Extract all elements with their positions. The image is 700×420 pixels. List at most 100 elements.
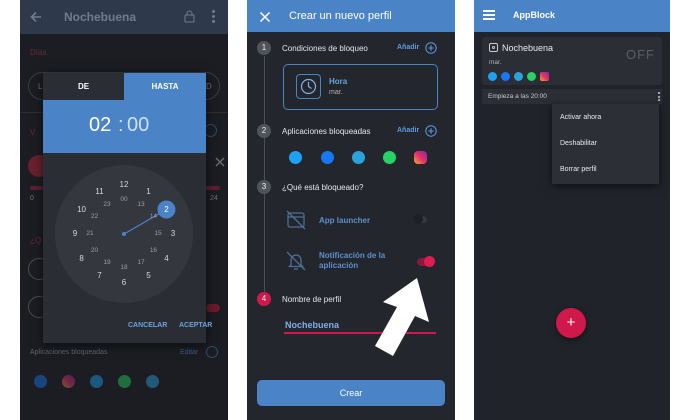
- profile-status-off[interactable]: OFF: [626, 47, 655, 62]
- dim-toggle: [206, 304, 220, 312]
- phone-panel-time-picker: Nochebuena Días L D V 0 24 ¿Q Aplicacion…: [20, 0, 228, 420]
- instagram-icon: [414, 151, 427, 164]
- clock-hour-7[interactable]: 7: [92, 271, 108, 280]
- back-arrow-icon[interactable]: [29, 10, 43, 24]
- add-circle-icon[interactable]: [425, 41, 437, 54]
- more-vert-icon[interactable]: [212, 10, 215, 23]
- menu-item-delete[interactable]: Borrar perfil: [560, 166, 597, 173]
- tab-hasta[interactable]: HASTA: [124, 73, 206, 100]
- step-1-label: Condiciones de bloqueo: [282, 44, 368, 53]
- clock-hour-23[interactable]: 23: [99, 201, 115, 208]
- profile-footer: Empieza a las 20:00: [482, 89, 662, 104]
- tab-de-label: DE: [77, 82, 90, 91]
- instagram-outline-icon: [489, 43, 498, 52]
- add-condition-link[interactable]: Añadir: [397, 44, 419, 51]
- dim-v-label: V: [30, 128, 36, 137]
- step-connector: [264, 56, 265, 292]
- profile-card[interactable]: Nochebuena mar. OFF: [482, 37, 662, 85]
- clock-face[interactable]: 12 1 2 3 4 5 6 7 8 9 10 11 00 13 14 15 16 17 18 19 20 21 22 23: [55, 165, 193, 303]
- lock-icon[interactable]: [184, 10, 195, 23]
- clock-hour-1[interactable]: 1: [141, 187, 157, 196]
- page-title: Nochebuena: [64, 10, 137, 24]
- app-bar: [474, 0, 670, 32]
- cancel-button[interactable]: CANCELAR: [128, 322, 167, 329]
- clock-hour-22[interactable]: 22: [87, 213, 103, 220]
- profile-name: Nochebuena: [502, 43, 554, 53]
- add-profile-fab[interactable]: +: [556, 308, 586, 338]
- dim-q-label: ¿Q: [30, 236, 42, 245]
- twitter-icon: [289, 151, 302, 164]
- facebook-icon: [501, 72, 510, 81]
- step-2-label: Aplicaciones bloqueadas: [282, 127, 371, 136]
- phone-panel-appblock: AppBlock Nochebuena mar. OFF Empieza a l…: [474, 0, 670, 420]
- phone-panel-create-profile: Crear un nuevo perfil 1 Condiciones de b…: [247, 0, 455, 420]
- dim-facebook-icon: [34, 375, 47, 388]
- close-icon[interactable]: [214, 155, 226, 167]
- step-1-number: 1: [257, 41, 271, 55]
- clock-hour-15[interactable]: 15: [150, 230, 166, 237]
- clock-hour-11[interactable]: 11: [92, 187, 108, 196]
- add-circle-icon[interactable]: [425, 124, 437, 137]
- step-4-number: 4: [257, 292, 271, 306]
- clock-hour-6[interactable]: 6: [116, 278, 132, 287]
- dim-days-label: Días: [30, 48, 47, 57]
- add-apps-link[interactable]: Añadir: [397, 127, 419, 134]
- profile-name-input[interactable]: Nochebuena: [285, 320, 339, 330]
- condition-title: Hora: [329, 77, 348, 86]
- clock-hour-12[interactable]: 12: [116, 180, 132, 189]
- clock-hour-20[interactable]: 20: [87, 247, 103, 254]
- accept-button[interactable]: ACEPTAR: [179, 322, 212, 329]
- clock-hour-13[interactable]: 13: [133, 201, 149, 208]
- hour-display[interactable]: 02: [89, 114, 111, 137]
- tab-hasta-label: HASTA: [151, 82, 179, 91]
- clock-hour-9[interactable]: 9: [67, 229, 83, 238]
- clock-hour-19[interactable]: 19: [99, 259, 115, 266]
- close-icon[interactable]: [259, 10, 271, 23]
- profile-context-menu: Activar ahora Deshabilitar Borrar perfil: [552, 104, 659, 184]
- instagram-icon: [540, 72, 549, 81]
- app-launcher-blocked-icon: [285, 209, 307, 231]
- time-display: 02 : 00: [43, 100, 206, 153]
- tab-de[interactable]: DE: [43, 73, 124, 100]
- condition-card[interactable]: Hora mar.: [283, 64, 438, 110]
- app-launcher-toggle[interactable]: [413, 214, 427, 224]
- dim-apps-label: Aplicaciones bloqueadas: [30, 349, 108, 356]
- clock-hour-4[interactable]: 4: [158, 254, 174, 263]
- notification-label: Notificación de la aplicación: [319, 251, 386, 270]
- facebook-icon: [321, 151, 334, 164]
- clock-hour-3[interactable]: 3: [165, 229, 181, 238]
- menu-item-disable[interactable]: Deshabilitar: [560, 140, 597, 147]
- pointer-arrow-annotation: [375, 278, 429, 356]
- minutes-display[interactable]: 00: [127, 114, 149, 137]
- telegram-icon: [514, 72, 523, 81]
- hamburger-menu-icon[interactable]: [483, 10, 495, 20]
- dim-edit-link: Editar: [180, 349, 199, 356]
- clock-hour-14[interactable]: 14: [145, 213, 161, 220]
- menu-item-activate[interactable]: Activar ahora: [560, 114, 601, 121]
- clock-hour-8[interactable]: 8: [74, 254, 90, 263]
- fab-plus-icon: +: [566, 314, 576, 331]
- more-vert-icon[interactable]: [658, 92, 660, 101]
- dim-range-min: 0: [30, 195, 34, 202]
- condition-subtitle: mar.: [329, 89, 343, 96]
- page-title: Crear un nuevo perfil: [289, 10, 392, 22]
- clock-hour-18[interactable]: 18: [116, 264, 132, 271]
- step-2-number: 2: [257, 124, 271, 138]
- clock-hour-5[interactable]: 5: [141, 271, 157, 280]
- time-picker-dialog: DE HASTA 02 : 00 12 1 2 3 4 5 6 7 8 9 10 11 00 13 14 15…: [43, 73, 212, 343]
- clock-icon: [296, 74, 321, 99]
- clock-hour-17[interactable]: 17: [133, 259, 149, 266]
- dim-edit-icon: [206, 346, 218, 358]
- clock-hour-00[interactable]: 00: [116, 196, 132, 203]
- dim-telegram-icon: [146, 375, 159, 388]
- clock-hour-21[interactable]: 21: [82, 230, 98, 237]
- whatsapp-icon: [383, 151, 396, 164]
- clock-hour-16[interactable]: 16: [145, 247, 161, 254]
- notification-toggle[interactable]: [417, 256, 435, 267]
- dim-twitter-icon: [90, 375, 103, 388]
- profile-days: mar.: [489, 59, 502, 66]
- profile-start-time: Empieza a las 20:00: [488, 93, 547, 100]
- whatsapp-icon: [527, 72, 536, 81]
- dim-whatsapp-icon: [118, 375, 131, 388]
- create-button[interactable]: Crear: [257, 380, 445, 406]
